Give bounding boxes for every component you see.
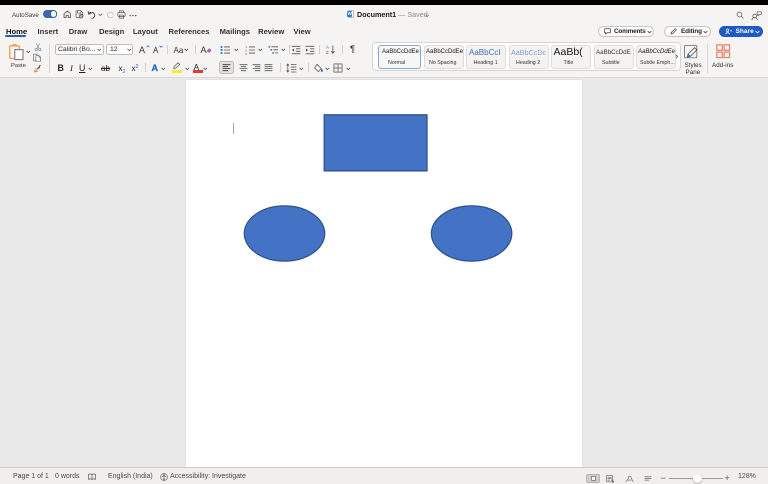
svg-text:A: A	[326, 45, 329, 50]
svg-text:3: 3	[245, 51, 247, 55]
svg-text:Z: Z	[326, 50, 329, 55]
